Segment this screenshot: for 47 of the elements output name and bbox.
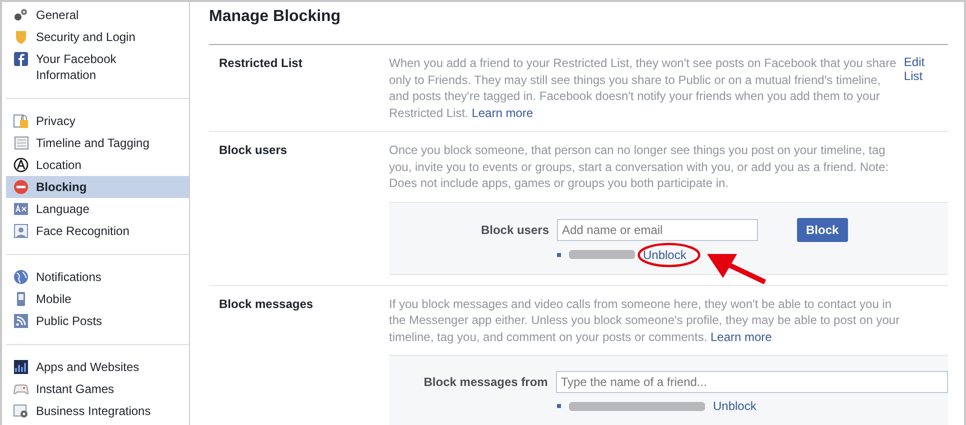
bullet-icon — [557, 404, 561, 408]
sidebar-item[interactable]: Public Posts — [6, 310, 189, 332]
gear-window-icon — [13, 403, 29, 419]
sidebar-item[interactable]: Security and Login — [6, 26, 189, 48]
sidebar-item[interactable]: Timeline and Tagging — [6, 132, 189, 154]
sidebar-item[interactable]: Language — [6, 198, 189, 220]
edit-list-link[interactable]: Edit List — [904, 55, 948, 121]
field-label: Block users — [480, 222, 550, 236]
sidebar-item[interactable]: Blocking — [6, 176, 189, 198]
location-icon — [13, 157, 29, 173]
redacted-name — [569, 250, 635, 259]
rss-icon — [13, 313, 29, 329]
learn-more-link[interactable]: Learn more — [472, 106, 534, 120]
section-description: If you block messages and video calls from someone here, they won't be able to contact you in the Messenger app either. Unless you block someone's profile, they may be able to post on your timeline, tag you, and comment on your posts or comments. Learn more — [389, 296, 901, 345]
sidebar-item[interactable]: Your Facebook Information — [6, 48, 189, 86]
input-field[interactable]: Add name or email — [557, 218, 758, 240]
face-frame-icon — [13, 223, 29, 239]
block-button[interactable]: Block — [797, 218, 848, 242]
input-field[interactable]: Type the name of a friend... — [556, 371, 948, 393]
timeline-icon — [13, 135, 29, 151]
sidebar-item[interactable]: Face Recognition — [6, 220, 189, 242]
section-label: Block messages — [219, 296, 314, 312]
field-label: Block messages from — [422, 375, 549, 389]
sidebar-item[interactable]: General — [6, 4, 189, 26]
padlock-icon — [13, 113, 29, 129]
sidebar-item[interactable]: Location — [6, 154, 189, 176]
sidebar-item[interactable]: Apps and Websites — [6, 356, 189, 378]
f-square-icon — [13, 51, 29, 67]
sidebar-item[interactable]: Business Integrations — [6, 400, 189, 422]
page-title: Manage Blocking — [209, 8, 342, 27]
section-label: Block users — [219, 142, 288, 159]
sidebar-item[interactable]: Mobile — [6, 288, 189, 310]
section-description: Once you block someone, that person can no longer see things you post on your timeline, tag you, invite you to events or groups, start a conversation with you, or add you as a friend. Note: Does not include apps, games or groups you both participate in. — [389, 142, 890, 192]
annotation-arrow — [707, 252, 767, 284]
no-entry-icon — [13, 179, 29, 195]
sidebar-item[interactable]: Notifications — [6, 266, 189, 288]
learn-more-link[interactable]: Learn more — [710, 330, 772, 344]
language-icon — [13, 201, 29, 217]
unblock-link[interactable]: Unblock — [713, 399, 756, 413]
section-label: Restricted List — [219, 55, 304, 72]
sidebar-item[interactable]: Privacy — [6, 110, 189, 132]
bullet-icon — [557, 252, 561, 256]
shield-icon — [13, 29, 29, 45]
globe-icon — [13, 269, 29, 285]
sidebar-item[interactable]: Instant Games — [6, 378, 189, 400]
section-description: When you add a friend to your Restricted List, they won't see posts on Facebook that you share only to Friends. They may still see things you share to Public or on a mutual friend's timeline, and posts they're tagged in. Facebook doesn't notify your friends when you add them to your Restricted List. Learn more — [389, 55, 898, 121]
apps-icon — [13, 359, 29, 375]
